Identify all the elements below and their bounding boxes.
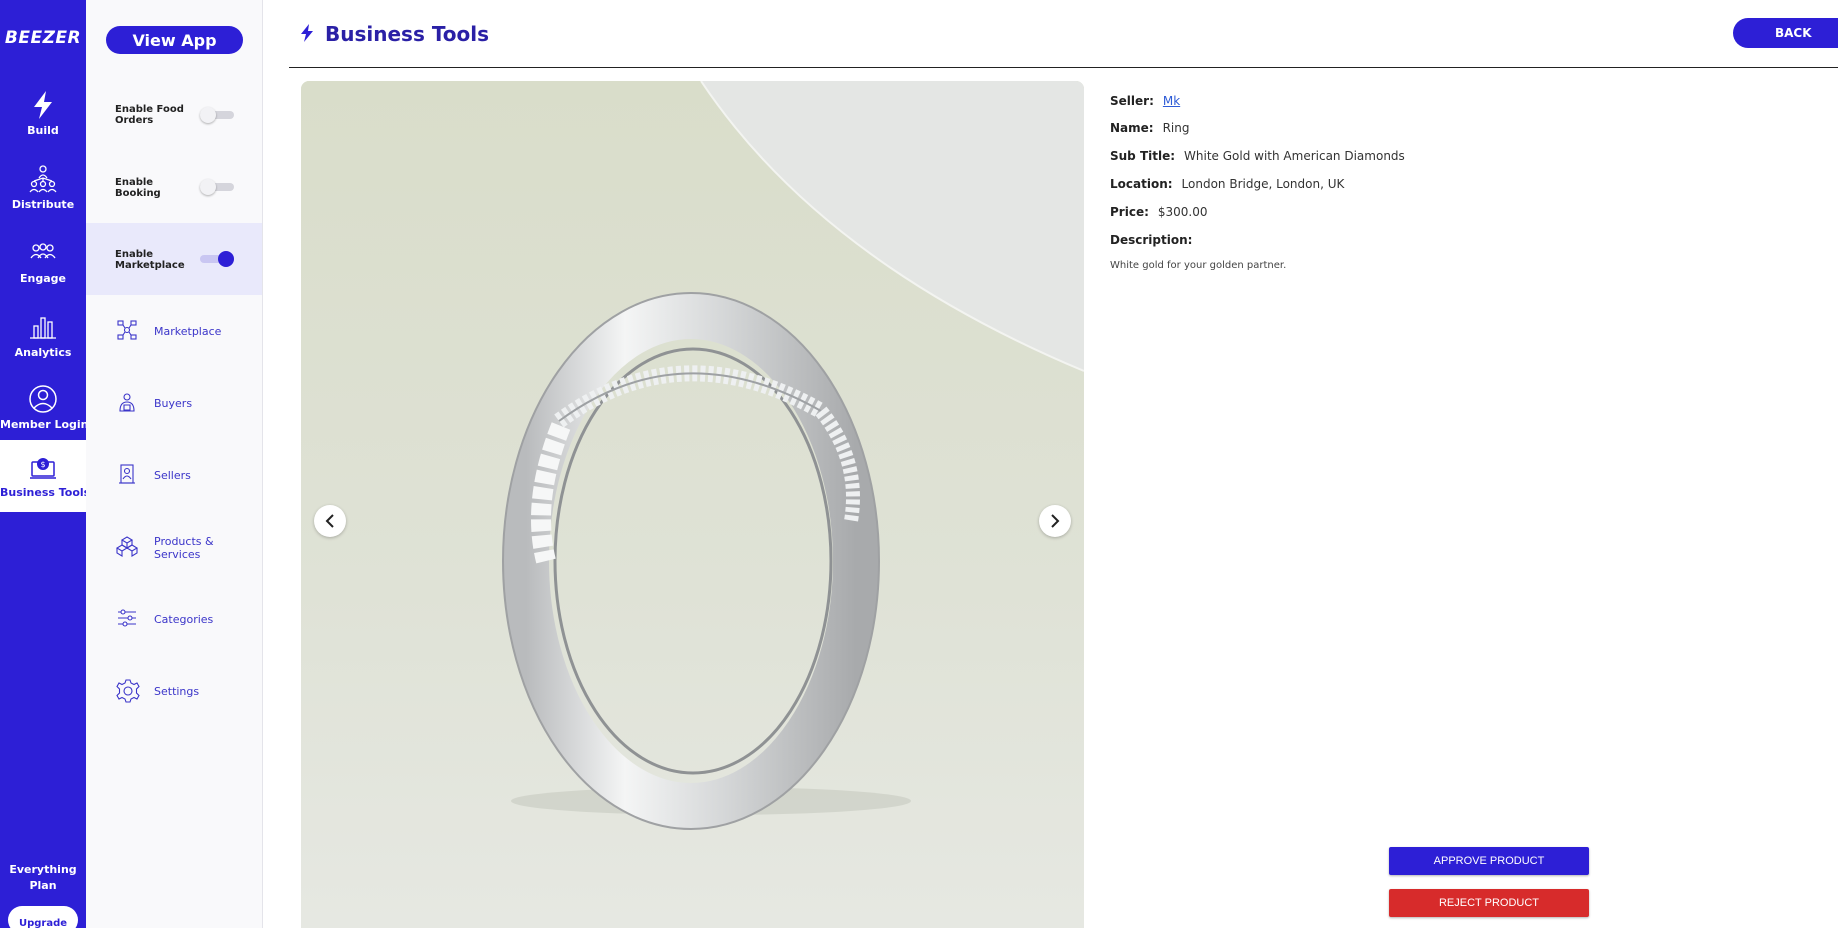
detail-price: Price: $300.00 (1110, 205, 1208, 219)
rail-item-label: Distribute (11, 198, 75, 211)
sidebar-item-label: Settings (154, 685, 200, 698)
detail-name: Name: Ring (1110, 121, 1190, 135)
toggle-label: Enable Booking (115, 177, 161, 199)
rail-item-build[interactable]: Build (0, 90, 86, 162)
beezer-logo[interactable]: BEEZER (0, 28, 86, 48)
products-icon (116, 536, 138, 557)
toggle-row-booking: Enable Booking (86, 151, 262, 223)
product-image-carousel (301, 81, 1084, 928)
settings-icon (116, 679, 140, 703)
marketplace-toggle[interactable] (200, 251, 236, 267)
detail-seller: Seller: Mk (1110, 94, 1180, 108)
sidebar-item-buyers[interactable]: Buyers (86, 383, 262, 423)
analytics-icon (30, 317, 56, 339)
chevron-left-icon (325, 514, 334, 528)
business-tools-sidebar: View App Enable Food Orders Enable Booki… (86, 0, 263, 928)
rail-item-label: Analytics (14, 346, 72, 359)
rail-item-label: Engage (20, 272, 66, 285)
toggle-label: Enable Marketplace (115, 249, 185, 271)
rail-item-business-tools[interactable]: $ Business Tools (0, 440, 91, 512)
sidebar-item-label: Sellers (154, 469, 191, 482)
reject-product-button[interactable]: REJECT PRODUCT (1389, 889, 1589, 917)
distribute-icon (29, 165, 57, 193)
booking-toggle[interactable] (200, 179, 236, 195)
detail-description: Description: (1110, 233, 1192, 247)
sidebar-item-marketplace[interactable]: Marketplace (86, 311, 262, 351)
location-value: London Bridge, London, UK (1181, 177, 1345, 191)
rail-item-engage[interactable]: Engage (0, 238, 86, 310)
sidebar-item-categories[interactable]: Categories (86, 599, 262, 639)
location-key: Location: (1110, 177, 1173, 191)
page-header: Business Tools (289, 0, 1838, 68)
app-root: BEEZER Build Distribute Engage Analytics… (0, 0, 1838, 928)
business-tools-icon: $ (30, 458, 56, 479)
categories-icon (118, 609, 136, 627)
marketplace-icon (117, 320, 137, 340)
carousel-next-button[interactable] (1039, 505, 1071, 537)
sidebar-item-label: Buyers (154, 397, 193, 410)
view-app-button[interactable]: View App (106, 26, 243, 54)
carousel-prev-button[interactable] (314, 505, 346, 537)
buyers-icon (119, 393, 135, 412)
bolt-icon (301, 24, 313, 42)
detail-location: Location: London Bridge, London, UK (1110, 177, 1344, 191)
sidebar-item-settings[interactable]: Settings (86, 671, 262, 711)
product-photo (301, 81, 1084, 928)
approve-product-button[interactable]: APPROVE PRODUCT (1389, 847, 1589, 875)
bolt-icon (34, 91, 52, 119)
engage-icon (30, 243, 56, 259)
price-value: $300.00 (1157, 205, 1208, 219)
chevron-right-icon (1051, 514, 1060, 528)
rail-item-distribute[interactable]: Distribute (0, 164, 86, 236)
member-login-icon (29, 385, 57, 413)
subtitle-key: Sub Title: (1110, 149, 1176, 163)
sidebar-item-label: Marketplace (154, 325, 222, 338)
plan-line-1: Everything (9, 863, 77, 876)
plan-label: Everything Plan (0, 862, 86, 894)
sidebar-item-label: Categories (154, 613, 214, 626)
back-button[interactable]: BACK (1733, 18, 1838, 48)
rail-item-label: Build (27, 124, 59, 137)
rail-item-label: Business Tools (0, 486, 91, 499)
page-title: Business Tools (325, 22, 490, 46)
rail-item-analytics[interactable]: Analytics (0, 312, 86, 384)
price-key: Price: (1110, 205, 1149, 219)
description-key: Description: (1110, 233, 1193, 247)
plan-line-2: Plan (29, 879, 57, 892)
subtitle-value: White Gold with American Diamonds (1184, 149, 1405, 163)
rail-item-label: Member Login (0, 418, 89, 431)
upgrade-button[interactable]: Upgrade (8, 906, 78, 928)
sidebar-item-label: Products & Services (154, 535, 214, 561)
sidebar-item-products[interactable]: Products & Services (86, 527, 262, 567)
toggle-row-food-orders: Enable Food Orders (86, 79, 262, 151)
name-key: Name: (1110, 121, 1154, 135)
seller-link[interactable]: Mk (1163, 94, 1180, 108)
toggle-label: Enable Food Orders (115, 104, 184, 126)
description-value: White gold for your golden partner. (1110, 260, 1287, 271)
svg-text:$: $ (40, 460, 45, 469)
name-value: Ring (1162, 121, 1190, 135)
detail-subtitle: Sub Title: White Gold with American Diamo… (1110, 149, 1405, 163)
sellers-icon (119, 464, 135, 484)
seller-key: Seller: (1110, 94, 1154, 108)
toggle-row-marketplace: Enable Marketplace (86, 223, 262, 295)
primary-rail: BEEZER Build Distribute Engage Analytics… (0, 0, 91, 928)
sidebar-item-sellers[interactable]: Sellers (86, 455, 262, 495)
food-orders-toggle[interactable] (200, 107, 236, 123)
